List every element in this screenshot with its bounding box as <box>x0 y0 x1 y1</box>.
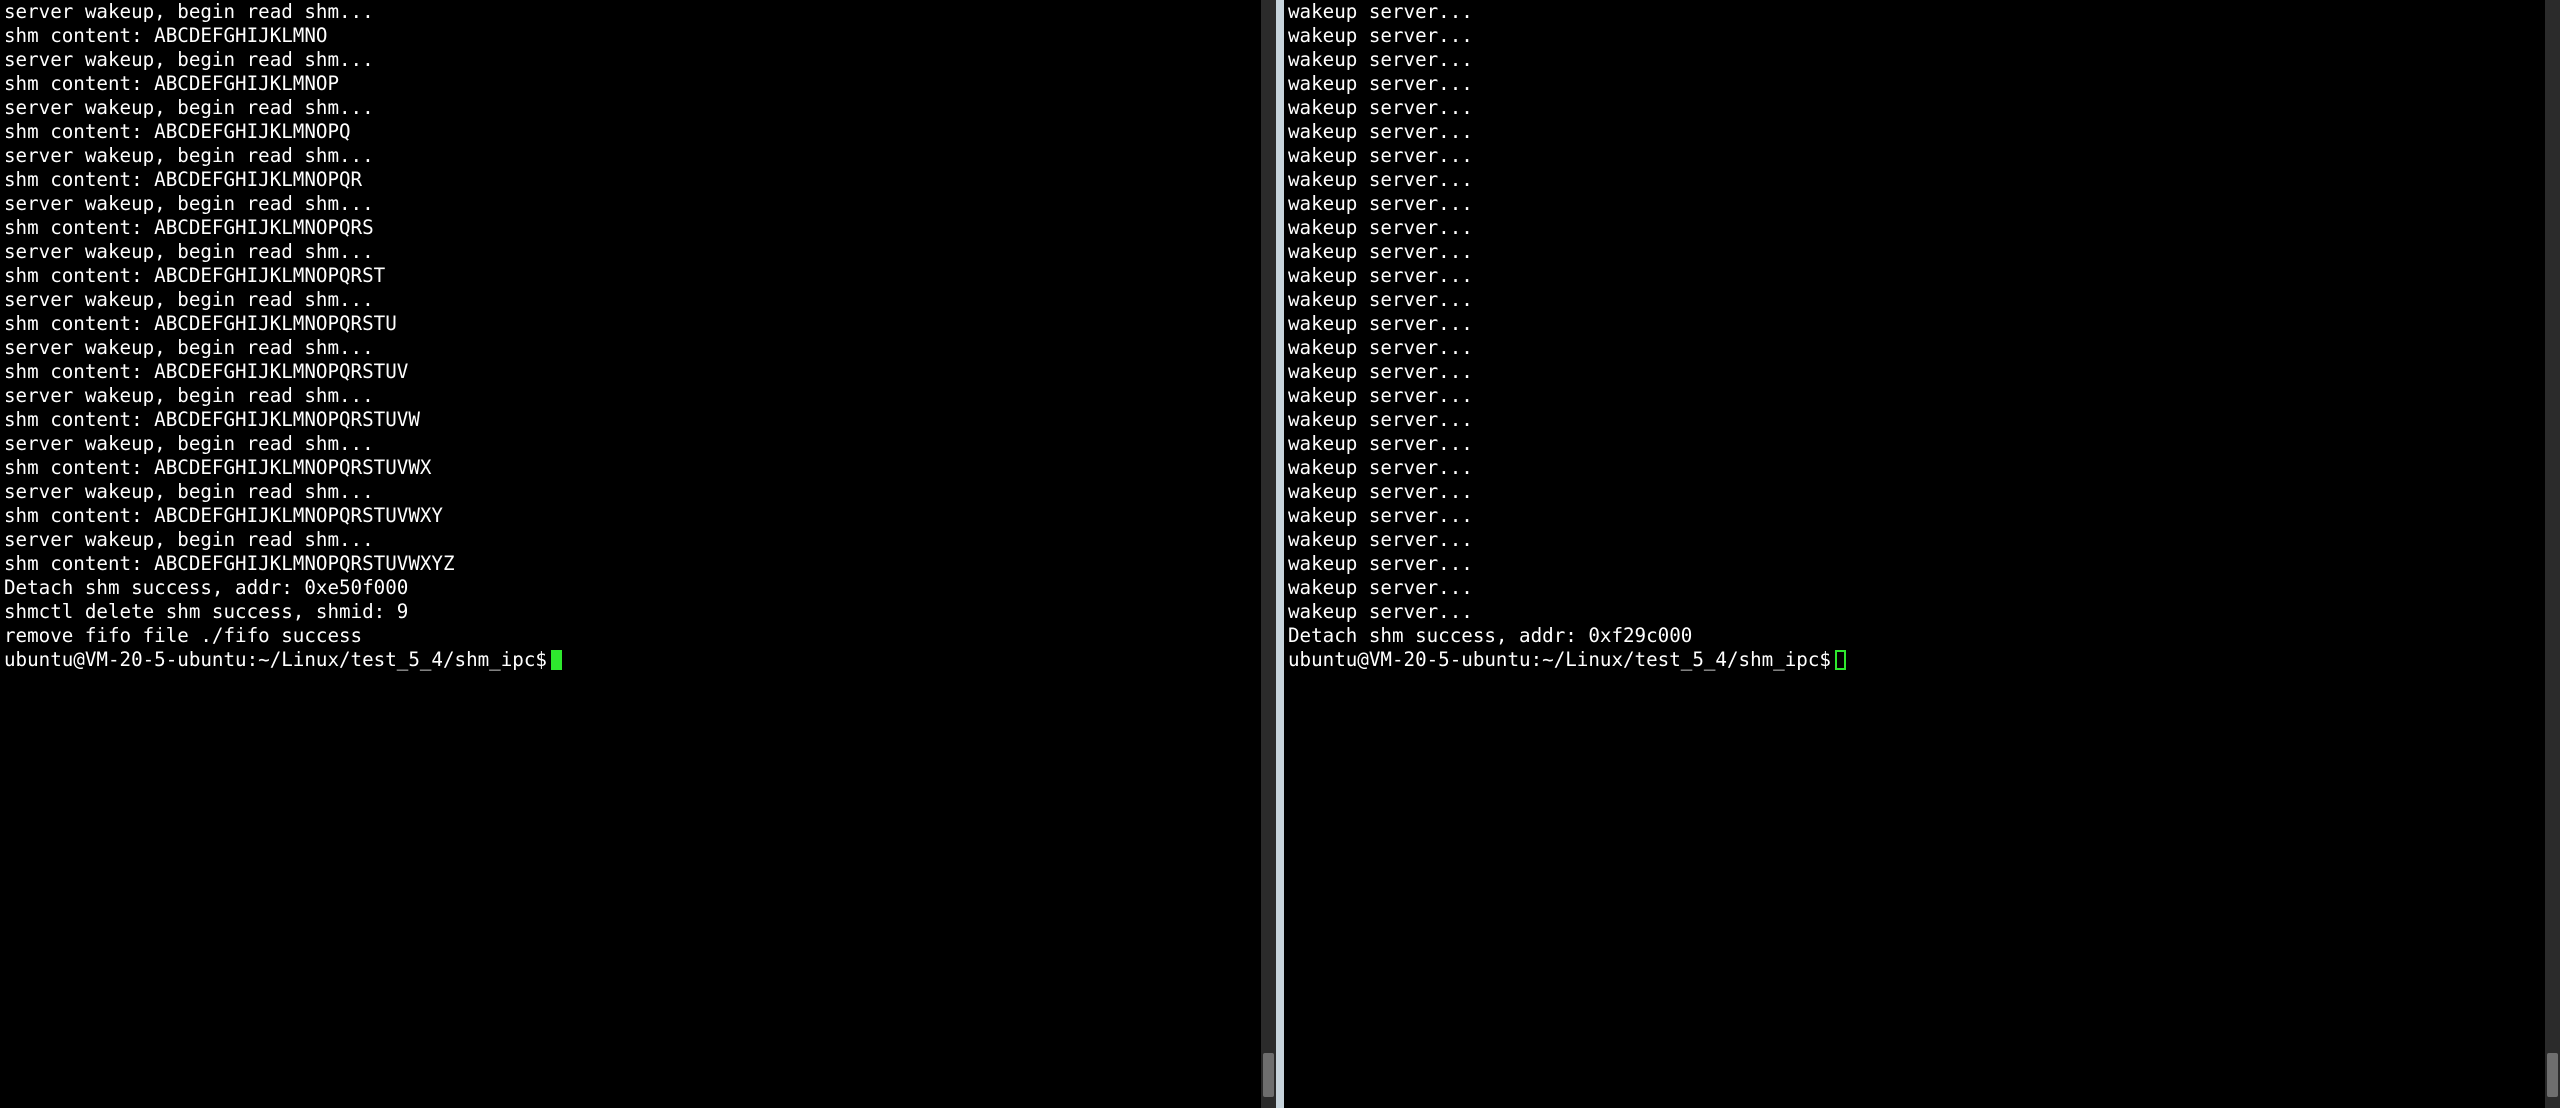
terminal-line: wakeup server... <box>1288 0 2541 24</box>
terminal-line: wakeup server... <box>1288 48 2541 72</box>
terminal-line: wakeup server... <box>1288 120 2541 144</box>
terminal-line: shm content: ABCDEFGHIJKLMNOPQRST <box>4 264 1257 288</box>
terminal-line: wakeup server... <box>1288 480 2541 504</box>
terminal-line: wakeup server... <box>1288 576 2541 600</box>
terminal-line: wakeup server... <box>1288 456 2541 480</box>
cursor-icon <box>551 650 562 670</box>
scrollbar-thumb-right[interactable] <box>2547 1053 2558 1097</box>
terminal-line: wakeup server... <box>1288 192 2541 216</box>
terminal-line: shm content: ABCDEFGHIJKLMNOPQRSTUVW <box>4 408 1257 432</box>
terminal-line: server wakeup, begin read shm... <box>4 48 1257 72</box>
shell-prompt[interactable]: ubuntu@VM-20-5-ubuntu:~/Linux/test_5_4/s… <box>4 648 1257 672</box>
terminal-line: wakeup server... <box>1288 72 2541 96</box>
terminal-line: wakeup server... <box>1288 600 2541 624</box>
terminal-output-right[interactable]: wakeup server...wakeup server...wakeup s… <box>1284 0 2545 1108</box>
terminal-line: wakeup server... <box>1288 288 2541 312</box>
terminal-line: shm content: ABCDEFGHIJKLMNOP <box>4 72 1257 96</box>
terminal-line: shm content: ABCDEFGHIJKLMNOPQ <box>4 120 1257 144</box>
terminal-line: server wakeup, begin read shm... <box>4 240 1257 264</box>
terminal-line: wakeup server... <box>1288 264 2541 288</box>
terminal-line: wakeup server... <box>1288 336 2541 360</box>
terminal-line: server wakeup, begin read shm... <box>4 432 1257 456</box>
terminal-line: shm content: ABCDEFGHIJKLMNOPQRSTUV <box>4 360 1257 384</box>
terminal-line: wakeup server... <box>1288 384 2541 408</box>
terminal-line: wakeup server... <box>1288 552 2541 576</box>
terminal-line: server wakeup, begin read shm... <box>4 480 1257 504</box>
terminal-line: remove fifo file ./fifo success <box>4 624 1257 648</box>
terminal-pane-left[interactable]: server wakeup, begin read shm...shm cont… <box>0 0 1280 1108</box>
scrollbar-thumb-left[interactable] <box>1263 1053 1274 1097</box>
split-terminal-workspace: server wakeup, begin read shm...shm cont… <box>0 0 2560 1108</box>
terminal-line: shmctl delete shm success, shmid: 9 <box>4 600 1257 624</box>
terminal-line: wakeup server... <box>1288 432 2541 456</box>
terminal-line: server wakeup, begin read shm... <box>4 96 1257 120</box>
terminal-line: wakeup server... <box>1288 528 2541 552</box>
terminal-line: shm content: ABCDEFGHIJKLMNOPQRSTUVWXY <box>4 504 1257 528</box>
terminal-line: shm content: ABCDEFGHIJKLMNOPQRSTU <box>4 312 1257 336</box>
terminal-line: server wakeup, begin read shm... <box>4 0 1257 24</box>
terminal-line: shm content: ABCDEFGHIJKLMNOPQRSTUVWX <box>4 456 1257 480</box>
terminal-line: wakeup server... <box>1288 360 2541 384</box>
terminal-line: shm content: ABCDEFGHIJKLMNO <box>4 24 1257 48</box>
shell-prompt[interactable]: ubuntu@VM-20-5-ubuntu:~/Linux/test_5_4/s… <box>1288 648 2541 672</box>
terminal-pane-right[interactable]: wakeup server...wakeup server...wakeup s… <box>1280 0 2560 1108</box>
terminal-output-left[interactable]: server wakeup, begin read shm...shm cont… <box>0 0 1261 1108</box>
terminal-line: server wakeup, begin read shm... <box>4 336 1257 360</box>
scrollbar-track-right[interactable] <box>2545 0 2560 1108</box>
scrollbar-track-left[interactable] <box>1261 0 1276 1108</box>
cursor-icon <box>1835 650 1846 670</box>
terminal-line: wakeup server... <box>1288 240 2541 264</box>
terminal-line: wakeup server... <box>1288 312 2541 336</box>
terminal-line: server wakeup, begin read shm... <box>4 384 1257 408</box>
terminal-line: server wakeup, begin read shm... <box>4 528 1257 552</box>
terminal-line: wakeup server... <box>1288 144 2541 168</box>
terminal-line: server wakeup, begin read shm... <box>4 144 1257 168</box>
terminal-line: server wakeup, begin read shm... <box>4 192 1257 216</box>
terminal-line: wakeup server... <box>1288 24 2541 48</box>
terminal-line: wakeup server... <box>1288 504 2541 528</box>
terminal-line: Detach shm success, addr: 0xe50f000 <box>4 576 1257 600</box>
terminal-line: shm content: ABCDEFGHIJKLMNOPQRSTUVWXYZ <box>4 552 1257 576</box>
prompt-text: ubuntu@VM-20-5-ubuntu:~/Linux/test_5_4/s… <box>1288 648 1831 672</box>
terminal-line: server wakeup, begin read shm... <box>4 288 1257 312</box>
terminal-line: shm content: ABCDEFGHIJKLMNOPQR <box>4 168 1257 192</box>
terminal-line: wakeup server... <box>1288 96 2541 120</box>
prompt-text: ubuntu@VM-20-5-ubuntu:~/Linux/test_5_4/s… <box>4 648 547 672</box>
terminal-line: wakeup server... <box>1288 168 2541 192</box>
terminal-line: shm content: ABCDEFGHIJKLMNOPQRS <box>4 216 1257 240</box>
terminal-line: wakeup server... <box>1288 216 2541 240</box>
terminal-line: wakeup server... <box>1288 408 2541 432</box>
terminal-line: Detach shm success, addr: 0xf29c000 <box>1288 624 2541 648</box>
